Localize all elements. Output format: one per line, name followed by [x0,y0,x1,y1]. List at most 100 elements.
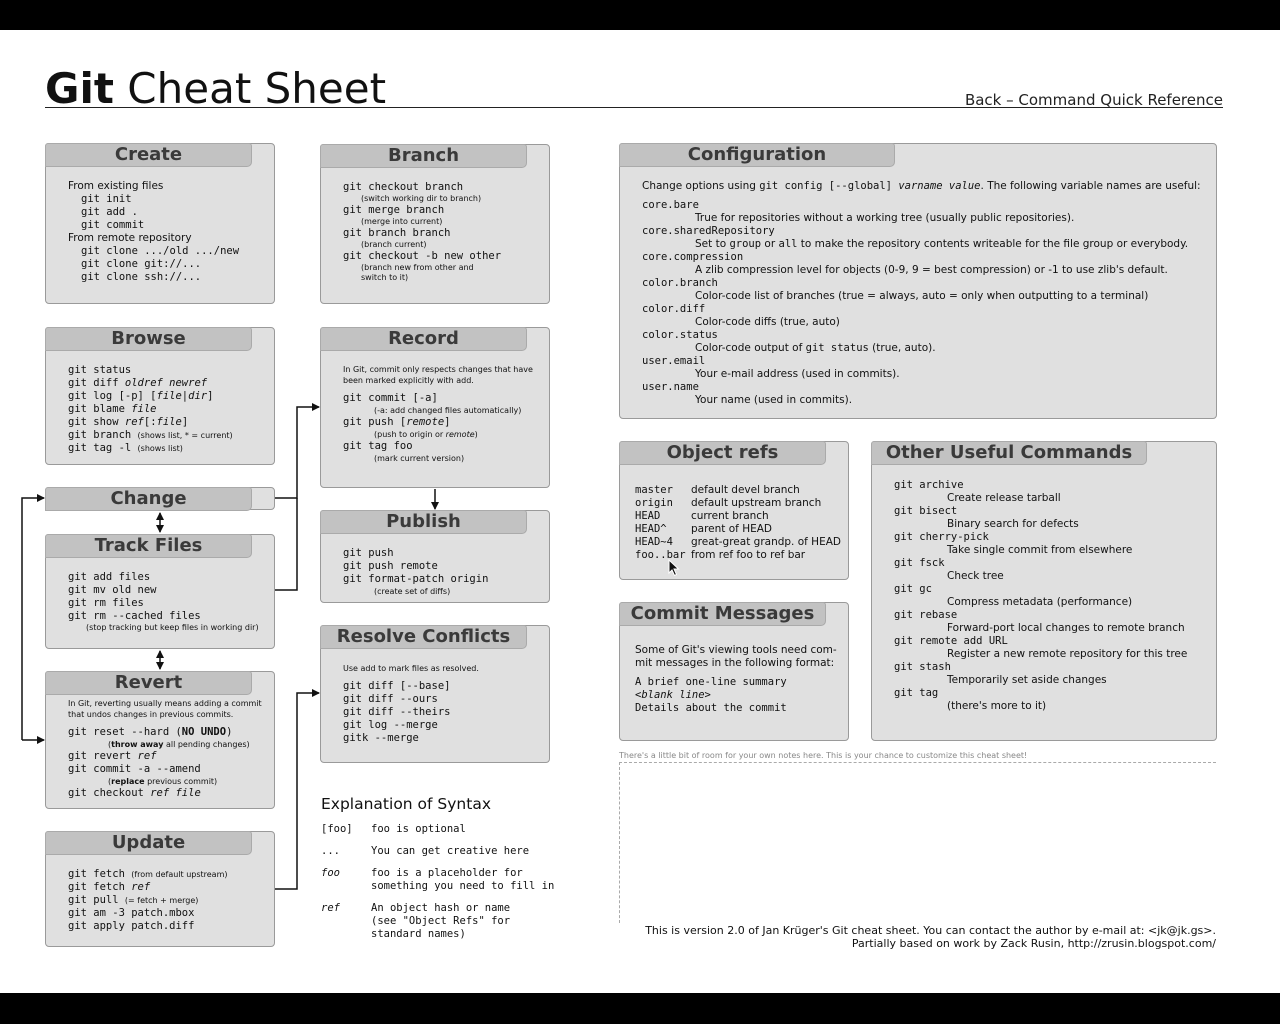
text-segment: git push [343,547,394,559]
line-note2: (-a: add changed files automatically) [343,405,543,416]
line-cmd: git checkout -b new other [343,250,543,263]
line-cmd: git rm files [68,597,268,610]
line-ref: HEAD current branch [635,510,842,523]
box-title: Track Files [45,534,252,558]
text-segment: git log [-p] [ [68,390,157,402]
line-cmd: git fetch (from default upstream) [68,868,268,881]
text-segment: git fsck [894,557,945,569]
text-segment: git blame [68,403,132,415]
arrow-change-to-record [275,403,320,499]
line-cmd: git push [343,547,543,560]
line-cmd: git show ref[:file] [68,416,268,429]
text-segment: git commit [81,219,145,231]
text-segment: git stash [894,661,951,673]
line-ref: HEAD~4 great-great grandp. of HEAD [635,536,842,549]
line-note: (stop tracking but keep files in working… [68,623,268,633]
text-segment: git commit [-a] [343,392,438,404]
box-configuration: Configuration Change options using git co… [619,143,1217,419]
text-segment: git rebase [894,609,958,621]
text-segment: (push to origin or [374,430,446,439]
arrow-update-resolve [275,689,320,890]
box-other-useful-commands: Other Useful Commands git archive Create r… [871,441,1217,741]
text-segment: (= fetch + merge) [124,896,199,905]
notes-area [619,762,1216,923]
text-segment: file [156,416,182,428]
text-segment: (switch working dir to branch) [361,194,482,203]
text-segment: (create set of diffs) [374,587,451,596]
arrow-left-loop-change [21,494,45,740]
box-browse: Browse git status git diff oldref newref gi… [45,327,275,465]
text-segment: ] [444,416,451,428]
line-text: Change options using git config [--globa… [642,180,1210,193]
text-segment: file [131,403,157,415]
text-segment: Color-code list of branches (true = alwa… [695,290,1149,302]
syntax-term: foo [321,867,340,879]
text-segment: git diff [--base] [343,680,451,692]
syntax-term: ... [321,845,340,857]
text-segment: git push [ [343,416,407,428]
line-cmd: git tag foo [343,440,543,453]
text-segment: Forward-port local changes to remote bra… [947,622,1185,634]
box-title: Revert [45,671,252,695]
text-segment: Compress metadata (performance) [947,596,1133,608]
line-def: Set to group or all to make the reposito… [642,238,1210,251]
line-cmd: color.branch [642,277,1210,290]
box-title: Other Useful Commands [871,441,1147,465]
notes-label: There's a little bit of room for your ow… [619,751,1028,760]
box-resolve-conflicts: Resolve Conflicts Use add to mark files a… [320,625,550,763]
line-cmd: git log [-p] [file|dir] [68,390,268,403]
line-cmd1: git clone git://... [68,258,268,271]
text-segment: ref [131,881,151,893]
text-segment: git status [805,342,869,354]
text-segment: user.email [642,355,706,367]
line-def: Color-code diffs (true, auto) [642,316,1210,329]
line-cmd: user.name [642,381,1210,394]
text-segment: HEAD^ [635,523,667,535]
box-update: Update git fetch (from default upstream) g… [45,831,275,947]
line-cmd: git diff [--base] [343,680,543,693]
text-segment: (branch current) [361,240,427,249]
text-segment: parent of HEAD [691,523,773,535]
line-def: Your e-mail address (used in commits). [642,368,1210,381]
line-text: From remote repository [68,232,268,245]
line-cmd1: git init [68,193,268,206]
syntax-description: You can get creative here [371,845,530,857]
line-cmd: core.sharedRepository [642,225,1210,238]
box-title: Configuration [619,143,895,167]
line-def: Binary search for defects [894,518,1210,531]
text-segment: origin [635,497,673,509]
text-segment: git commit -a --amend [68,763,201,775]
text-segment: git merge branch [343,204,445,216]
text-segment: git branch branch [343,227,451,239]
text-segment: all pending changes) [163,740,250,749]
line-cmd: git diff --ours [343,693,543,706]
line-cmd: git am -3 patch.mbox [68,907,268,920]
line-cmd: git fsck [894,557,1210,570]
box-body: In Git, reverting usually means adding a… [68,698,268,800]
box-publish: Publish git push git push remote git format… [320,510,550,603]
line-def: Take single commit from elsewhere [894,544,1210,557]
text-segment: default upstream branch [691,497,822,509]
box-title: Commit Messages [619,602,826,626]
line-cmd1: git clone ssh://... [68,271,268,284]
line-cmd: git merge branch [343,204,543,217]
text-segment: git tag foo [343,440,413,452]
text-segment: replace [111,777,145,786]
text-segment: previous commit) [144,777,218,786]
text-segment: git diff --ours [343,693,438,705]
box-body: Some of Git's viewing tools need com-mit… [635,644,842,715]
line-cmd: git revert ref [68,750,268,763]
box-revert: Revert In Git, reverting usually means ad… [45,671,275,809]
line-small: In Git, reverting usually means adding a… [68,698,268,709]
box-change: Change [45,487,275,511]
box-title: Object refs [619,441,826,465]
text-segment: git config [--global] [759,180,899,192]
text-segment: Color-code output of [695,342,806,354]
line-note3: (throw away all pending changes) [68,739,268,750]
line-cmd: git cherry-pick [894,531,1210,544]
box-body: git add files git mv old new git rm files g… [68,571,268,633]
box-branch: Branch git checkout branch (switch working… [320,144,550,304]
text-segment: Some of Git's viewing tools need com- [635,644,837,656]
line-note2: (create set of diffs) [343,586,543,597]
line-cmd: git tag [894,687,1210,700]
